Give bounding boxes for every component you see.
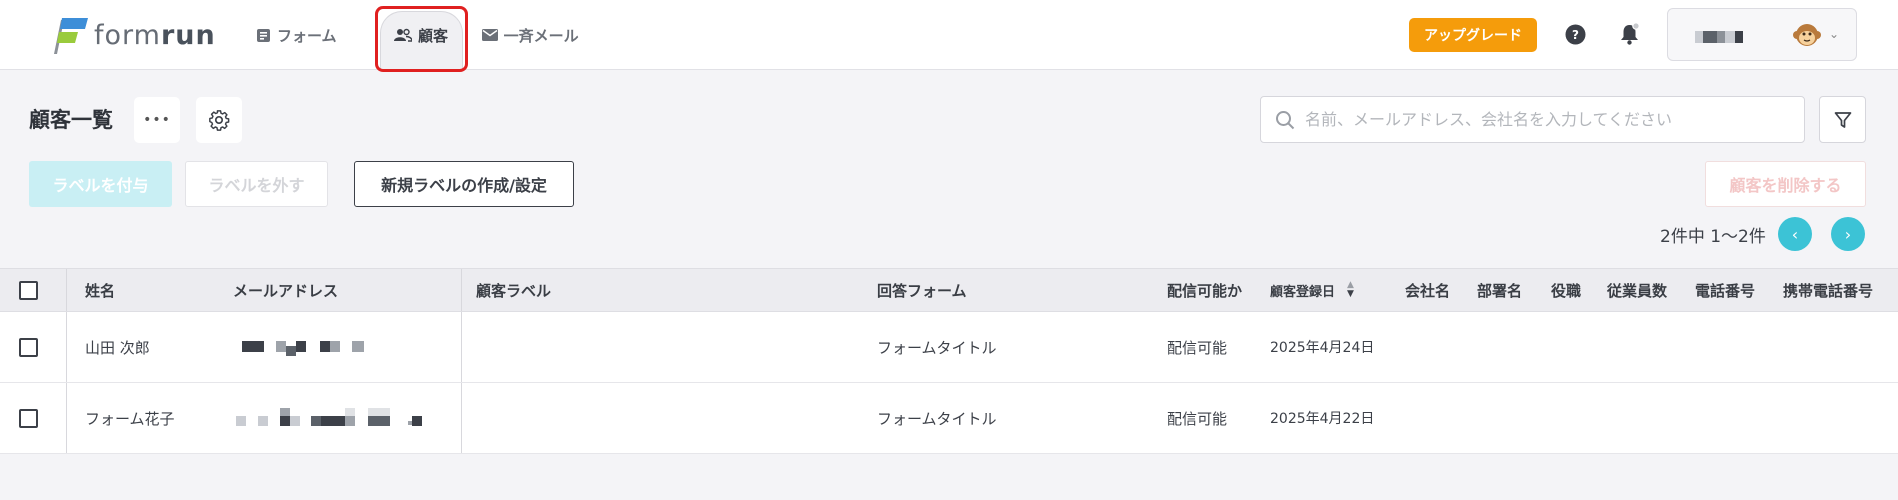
nav-item-forms[interactable]: フォーム <box>256 0 375 70</box>
help-icon[interactable]: ? <box>1565 24 1586 45</box>
gear-icon <box>209 110 230 131</box>
table-header: 姓名 メールアドレス 顧客ラベル 回答フォーム 配信可能か 顧客登録日 ▲ ▼ 会… <box>0 268 1898 312</box>
account-menu[interactable]: ⌄ <box>1667 8 1857 61</box>
top-header: formrun フォーム 顧客 一斉メール アップグレード ? ⌄ <box>0 0 1898 72</box>
pagination-summary: 2件中 1〜2件 <box>1660 227 1766 247</box>
column-header-form[interactable]: 回答フォーム <box>877 269 967 311</box>
column-header-deliverable[interactable]: 配信可能か <box>1167 269 1242 311</box>
chevron-right-icon: › <box>1844 224 1852 244</box>
formrun-logo-mark-icon <box>54 18 88 54</box>
row-checkbox[interactable] <box>19 408 38 428</box>
column-header-employees[interactable]: 従業員数 <box>1607 269 1667 311</box>
customer-name[interactable]: フォーム花子 <box>85 383 175 453</box>
sort-icon: ▲ ▼ <box>1347 281 1354 299</box>
next-page-button[interactable]: › <box>1831 217 1865 251</box>
notification-bell-icon[interactable] <box>1619 22 1640 46</box>
deliverable-status: 配信可能 <box>1167 338 1228 357</box>
email-redacted <box>236 408 426 428</box>
nav-item-customers-label: 顧客 <box>418 26 449 45</box>
settings-button[interactable] <box>196 97 242 143</box>
customer-table: 姓名 メールアドレス 顧客ラベル 回答フォーム 配信可能か 顧客登録日 ▲ ▼ 会… <box>0 268 1898 454</box>
add-label-button[interactable]: ラベルを付与 <box>29 161 172 207</box>
row-checkbox[interactable] <box>19 337 38 357</box>
page-title: 顧客一覧 <box>29 108 113 132</box>
nav-item-bulk-mail-label: 一斉メール <box>503 26 579 45</box>
remove-label-button[interactable]: ラベルを外す <box>185 161 328 207</box>
answer-form: フォームタイトル <box>877 338 997 357</box>
users-icon <box>394 28 413 42</box>
table-row[interactable]: 山田 次郎 フォームタイトル 配信可能 2025年4月24日 <box>0 312 1898 383</box>
nav-item-customers[interactable]: 顧客 <box>374 0 468 72</box>
table-row[interactable]: フォーム花子 フォームタイトル 配信可能 2025年4月22日 <box>0 383 1898 454</box>
answer-form: フォームタイトル <box>877 409 997 428</box>
chevron-left-icon: ‹ <box>1791 224 1799 244</box>
column-header-label[interactable]: 顧客ラベル <box>476 269 551 311</box>
email-redacted <box>242 337 432 357</box>
new-label-settings-button[interactable]: 新規ラベルの作成/設定 <box>354 161 574 207</box>
search-icon <box>1275 110 1295 130</box>
column-header-email[interactable]: メールアドレス <box>233 269 338 311</box>
nav-item-forms-label: フォーム <box>277 26 337 45</box>
more-dots-icon: ••• <box>143 112 171 128</box>
column-header-name[interactable]: 姓名 <box>85 269 115 311</box>
sort-down-icon: ▼ <box>1347 289 1354 299</box>
avatar <box>1793 24 1821 46</box>
registered-date: 2025年4月22日 <box>1270 411 1375 427</box>
more-options-button[interactable]: ••• <box>134 97 180 143</box>
nav-item-bulk-mail[interactable]: 一斉メール <box>481 0 579 70</box>
column-header-phone[interactable]: 電話番号 <box>1695 269 1755 311</box>
svg-text:?: ? <box>1572 28 1579 42</box>
column-header-position[interactable]: 役職 <box>1551 269 1581 311</box>
chevron-down-icon: ⌄ <box>1829 27 1840 41</box>
column-header-mobile[interactable]: 携帯電話番号 <box>1783 269 1873 311</box>
logo-text-run: run <box>160 19 216 51</box>
search-input[interactable] <box>1305 110 1785 129</box>
delete-customer-button[interactable]: 顧客を削除する <box>1705 161 1866 207</box>
account-name-redacted <box>1695 31 1743 43</box>
select-all-checkbox[interactable] <box>19 280 38 300</box>
deliverable-status: 配信可能 <box>1167 409 1228 428</box>
filter-button[interactable] <box>1819 96 1866 143</box>
envelope-icon <box>481 29 498 41</box>
column-header-registered[interactable]: 顧客登録日 ▲ ▼ <box>1270 269 1354 311</box>
column-header-company[interactable]: 会社名 <box>1405 269 1450 311</box>
registered-date: 2025年4月24日 <box>1270 340 1375 356</box>
previous-page-button[interactable]: ‹ <box>1778 217 1812 251</box>
customer-search <box>1260 96 1805 143</box>
filter-funnel-icon <box>1834 111 1851 128</box>
customer-name[interactable]: 山田 次郎 <box>85 312 150 382</box>
column-header-department[interactable]: 部署名 <box>1477 269 1522 311</box>
main-nav: フォーム 顧客 一斉メール <box>256 0 579 72</box>
column-header-registered-label: 顧客登録日 <box>1270 284 1336 300</box>
upgrade-button[interactable]: アップグレード <box>1409 18 1537 52</box>
formrun-logo[interactable]: formrun <box>48 16 216 54</box>
form-document-icon <box>256 28 271 43</box>
logo-text-form: form <box>94 19 161 51</box>
